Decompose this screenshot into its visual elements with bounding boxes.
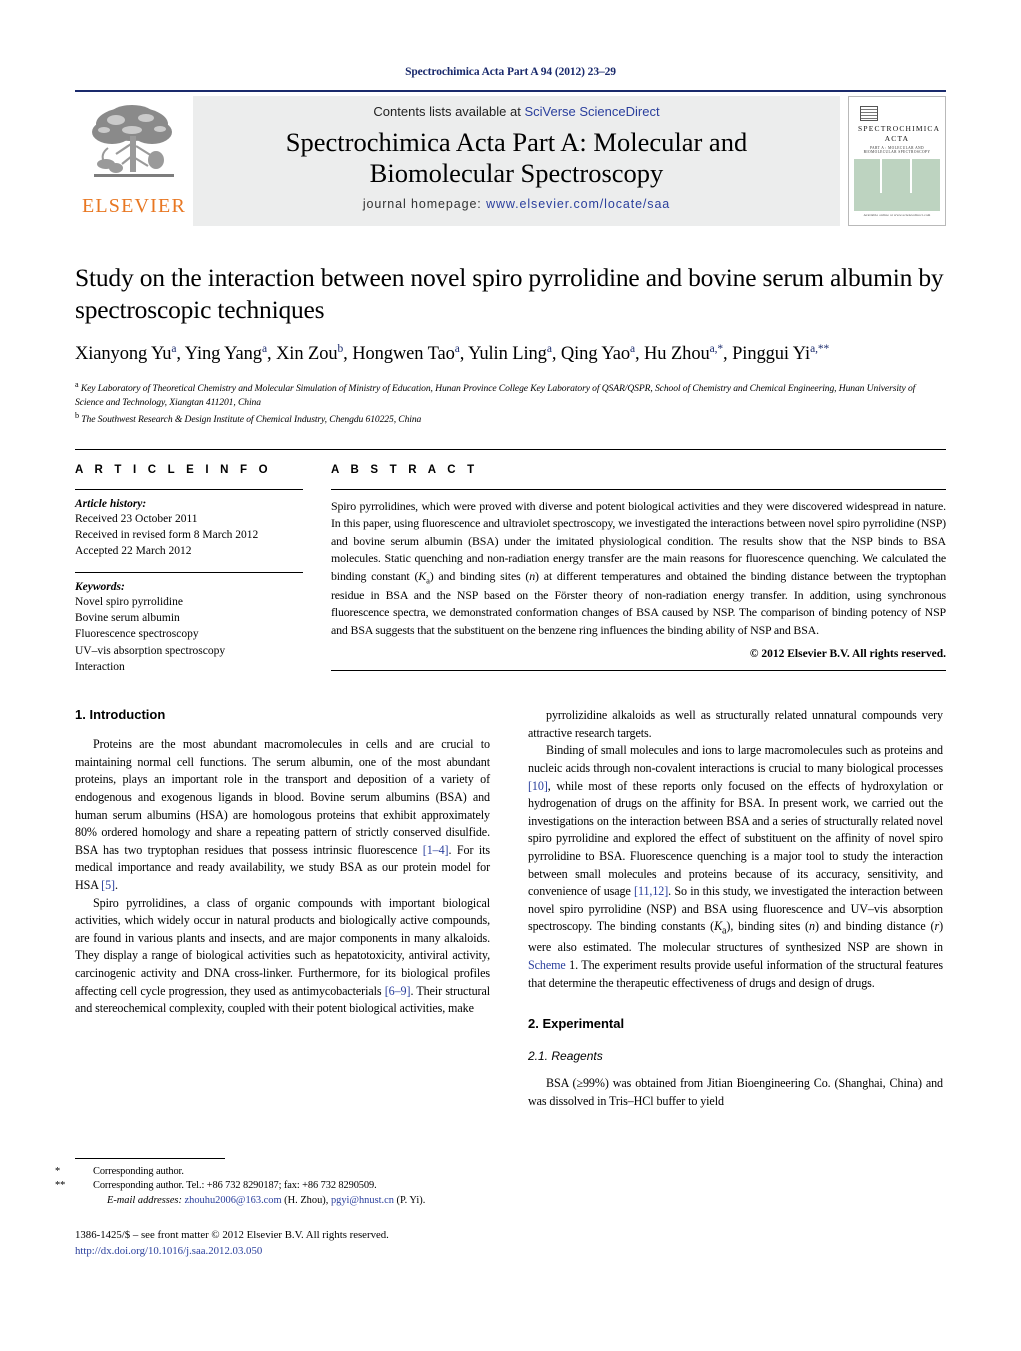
journal-title-line2: Biomolecular Spectroscopy	[369, 158, 664, 188]
keywords-label: Keywords:	[75, 580, 125, 593]
paragraph: Proteins are the most abundant macromole…	[75, 737, 490, 892]
journal-title-line1: Spectrochimica Acta Part A: Molecular an…	[285, 127, 748, 157]
body-columns: 1. Introduction Proteins are the most ab…	[75, 707, 946, 1110]
sciencedirect-link[interactable]: SciVerse ScienceDirect	[524, 104, 659, 119]
affiliation-a: a Key Laboratory of Theoretical Chemistr…	[75, 380, 916, 409]
affiliation-a-text: Key Laboratory of Theoretical Chemistry …	[75, 383, 916, 409]
footnote-marker: **	[55, 1180, 66, 1192]
homepage-label: journal homepage:	[362, 197, 482, 211]
divider	[75, 571, 303, 573]
divider	[331, 670, 946, 672]
elsevier-logo: ELSEVIER	[75, 92, 193, 232]
cover-subtitle: PART A : MOLECULAR AND BIOMOLECULAR SPEC…	[863, 146, 931, 155]
footnote-corresponding-1: * Corresponding author.	[55, 1165, 490, 1179]
paragraph: Spiro pyrrolidines, a class of organic c…	[75, 895, 490, 1016]
section-heading-introduction: 1. Introduction	[75, 707, 166, 723]
keyword-item: Interaction	[75, 660, 125, 673]
article-history-group: Article history: Received 23 October 201…	[75, 498, 303, 560]
email-owner-2: (P. Yi).	[396, 1194, 426, 1206]
article-page: Spectrochimica Acta Part A 94 (2012) 23–…	[0, 0, 1021, 1351]
divider	[331, 488, 946, 490]
email-link-2[interactable]: pgyi@hnust.cn	[331, 1195, 394, 1206]
affiliations: a Key Laboratory of Theoretical Chemistr…	[75, 379, 946, 426]
doi-link[interactable]: http://dx.doi.org/10.1016/j.saa.2012.03.…	[75, 1244, 505, 1260]
paragraph: Binding of small molecules and ions to l…	[528, 743, 944, 990]
article-info-column: A R T I C L E I N F O Article history: R…	[75, 464, 303, 688]
affiliation-b-text: The Southwest Research & Design Institut…	[81, 413, 422, 425]
paragraph: pyrrolizidine alkaloids as well as struc…	[528, 708, 943, 740]
cover-title-line2: ACTA	[884, 134, 910, 144]
footnote-corresponding-2: ** Corresponding author. Tel.: +86 732 82…	[55, 1179, 490, 1193]
footnote-emails: E-mail addresses: zhouhu2006@163.com (H.…	[75, 1194, 490, 1208]
article-info-heading: A R T I C L E I N F O	[75, 463, 272, 476]
paragraph: BSA (≥99%) was obtained from Jitian Bioe…	[528, 1076, 943, 1108]
history-item: Accepted 22 March 2012	[75, 545, 192, 558]
cover-title-line1: SPECTROCHIMICA	[858, 124, 941, 133]
article-history-label: Article history:	[75, 497, 147, 510]
page-title: Study on the interaction between novel s…	[75, 263, 944, 325]
cover-footer: Available online at www.sciencedirect.co…	[863, 213, 931, 217]
contents-available-line: Contents lists available at SciVerse Sci…	[203, 104, 830, 119]
issn-line: 1386-1425/$ – see front matter © 2012 El…	[75, 1229, 389, 1241]
contents-prefix: Contents lists available at	[373, 104, 525, 119]
journal-cover-thumbnail: SPECTROCHIMICA ACTA PART A : MOLECULAR A…	[848, 96, 946, 226]
email-addresses-label: E-mail addresses:	[107, 1194, 182, 1206]
elsevier-tree-icon	[86, 98, 182, 194]
cover-logo-icon	[860, 106, 878, 121]
section-heading-reagents: 2.1. Reagents	[528, 1049, 603, 1064]
email-owner-1: (H. Zhou),	[284, 1194, 329, 1206]
journal-title: Spectrochimica Acta Part A: Molecular an…	[203, 127, 830, 189]
keywords-group: Keywords: Novel spiro pyrrolidine Bovine…	[75, 581, 303, 676]
author-list: Xianyong Yua, Ying Yanga, Xin Zoub, Hong…	[75, 343, 830, 365]
affiliation-b: b The Southwest Research & Design Instit…	[75, 410, 422, 425]
journal-homepage-line: journal homepage: www.elsevier.com/locat…	[203, 197, 830, 211]
footnote-text: Corresponding author. Tel.: +86 732 8290…	[93, 1180, 377, 1192]
journal-band: Contents lists available at SciVerse Sci…	[193, 96, 840, 226]
body-right-column: pyrrolizidine alkaloids as well as struc…	[528, 707, 943, 1110]
body-left-column: 1. Introduction Proteins are the most ab…	[75, 707, 490, 1110]
title-block: Study on the interaction between novel s…	[75, 262, 946, 427]
footnotes-block: * Corresponding author. ** Corresponding a…	[55, 1158, 490, 1208]
info-abstract-section: A R T I C L E I N F O Article history: R…	[75, 448, 946, 688]
elsevier-wordmark: ELSEVIER	[81, 195, 187, 217]
footnote-divider	[75, 1158, 225, 1159]
cover-artwork	[854, 159, 940, 211]
keyword-item: Fluorescence spectroscopy	[75, 628, 199, 641]
journal-masthead: ELSEVIER Contents lists available at Sci…	[75, 90, 946, 232]
footnote-text: Corresponding author.	[93, 1166, 184, 1177]
issn-copyright-block: 1386-1425/$ – see front matter © 2012 El…	[75, 1228, 505, 1259]
footnote-marker: *	[55, 1166, 61, 1177]
keyword-item: UV–vis absorption spectroscopy	[75, 644, 226, 657]
history-item: Received 23 October 2011	[75, 512, 198, 525]
divider	[75, 488, 303, 490]
abstract-column: A B S T R A C T Spiro pyrrolidines, whic…	[331, 464, 946, 688]
email-link-1[interactable]: zhouhu2006@163.com	[185, 1195, 282, 1206]
homepage-url[interactable]: www.elsevier.com/locate/saa	[486, 197, 670, 211]
section-heading-experimental: 2. Experimental	[528, 1016, 625, 1032]
running-head: Spectrochimica Acta Part A 94 (2012) 23–…	[405, 66, 616, 78]
keyword-item: Bovine serum albumin	[75, 611, 180, 624]
abstract-copyright: © 2012 Elsevier B.V. All rights reserved…	[749, 648, 946, 661]
history-item: Received in revised form 8 March 2012	[75, 528, 259, 541]
abstract-heading: A B S T R A C T	[331, 463, 479, 476]
abstract-text: Spiro pyrrolidines, which were proved wi…	[331, 498, 946, 637]
keyword-item: Novel spiro pyrrolidine	[75, 595, 183, 608]
